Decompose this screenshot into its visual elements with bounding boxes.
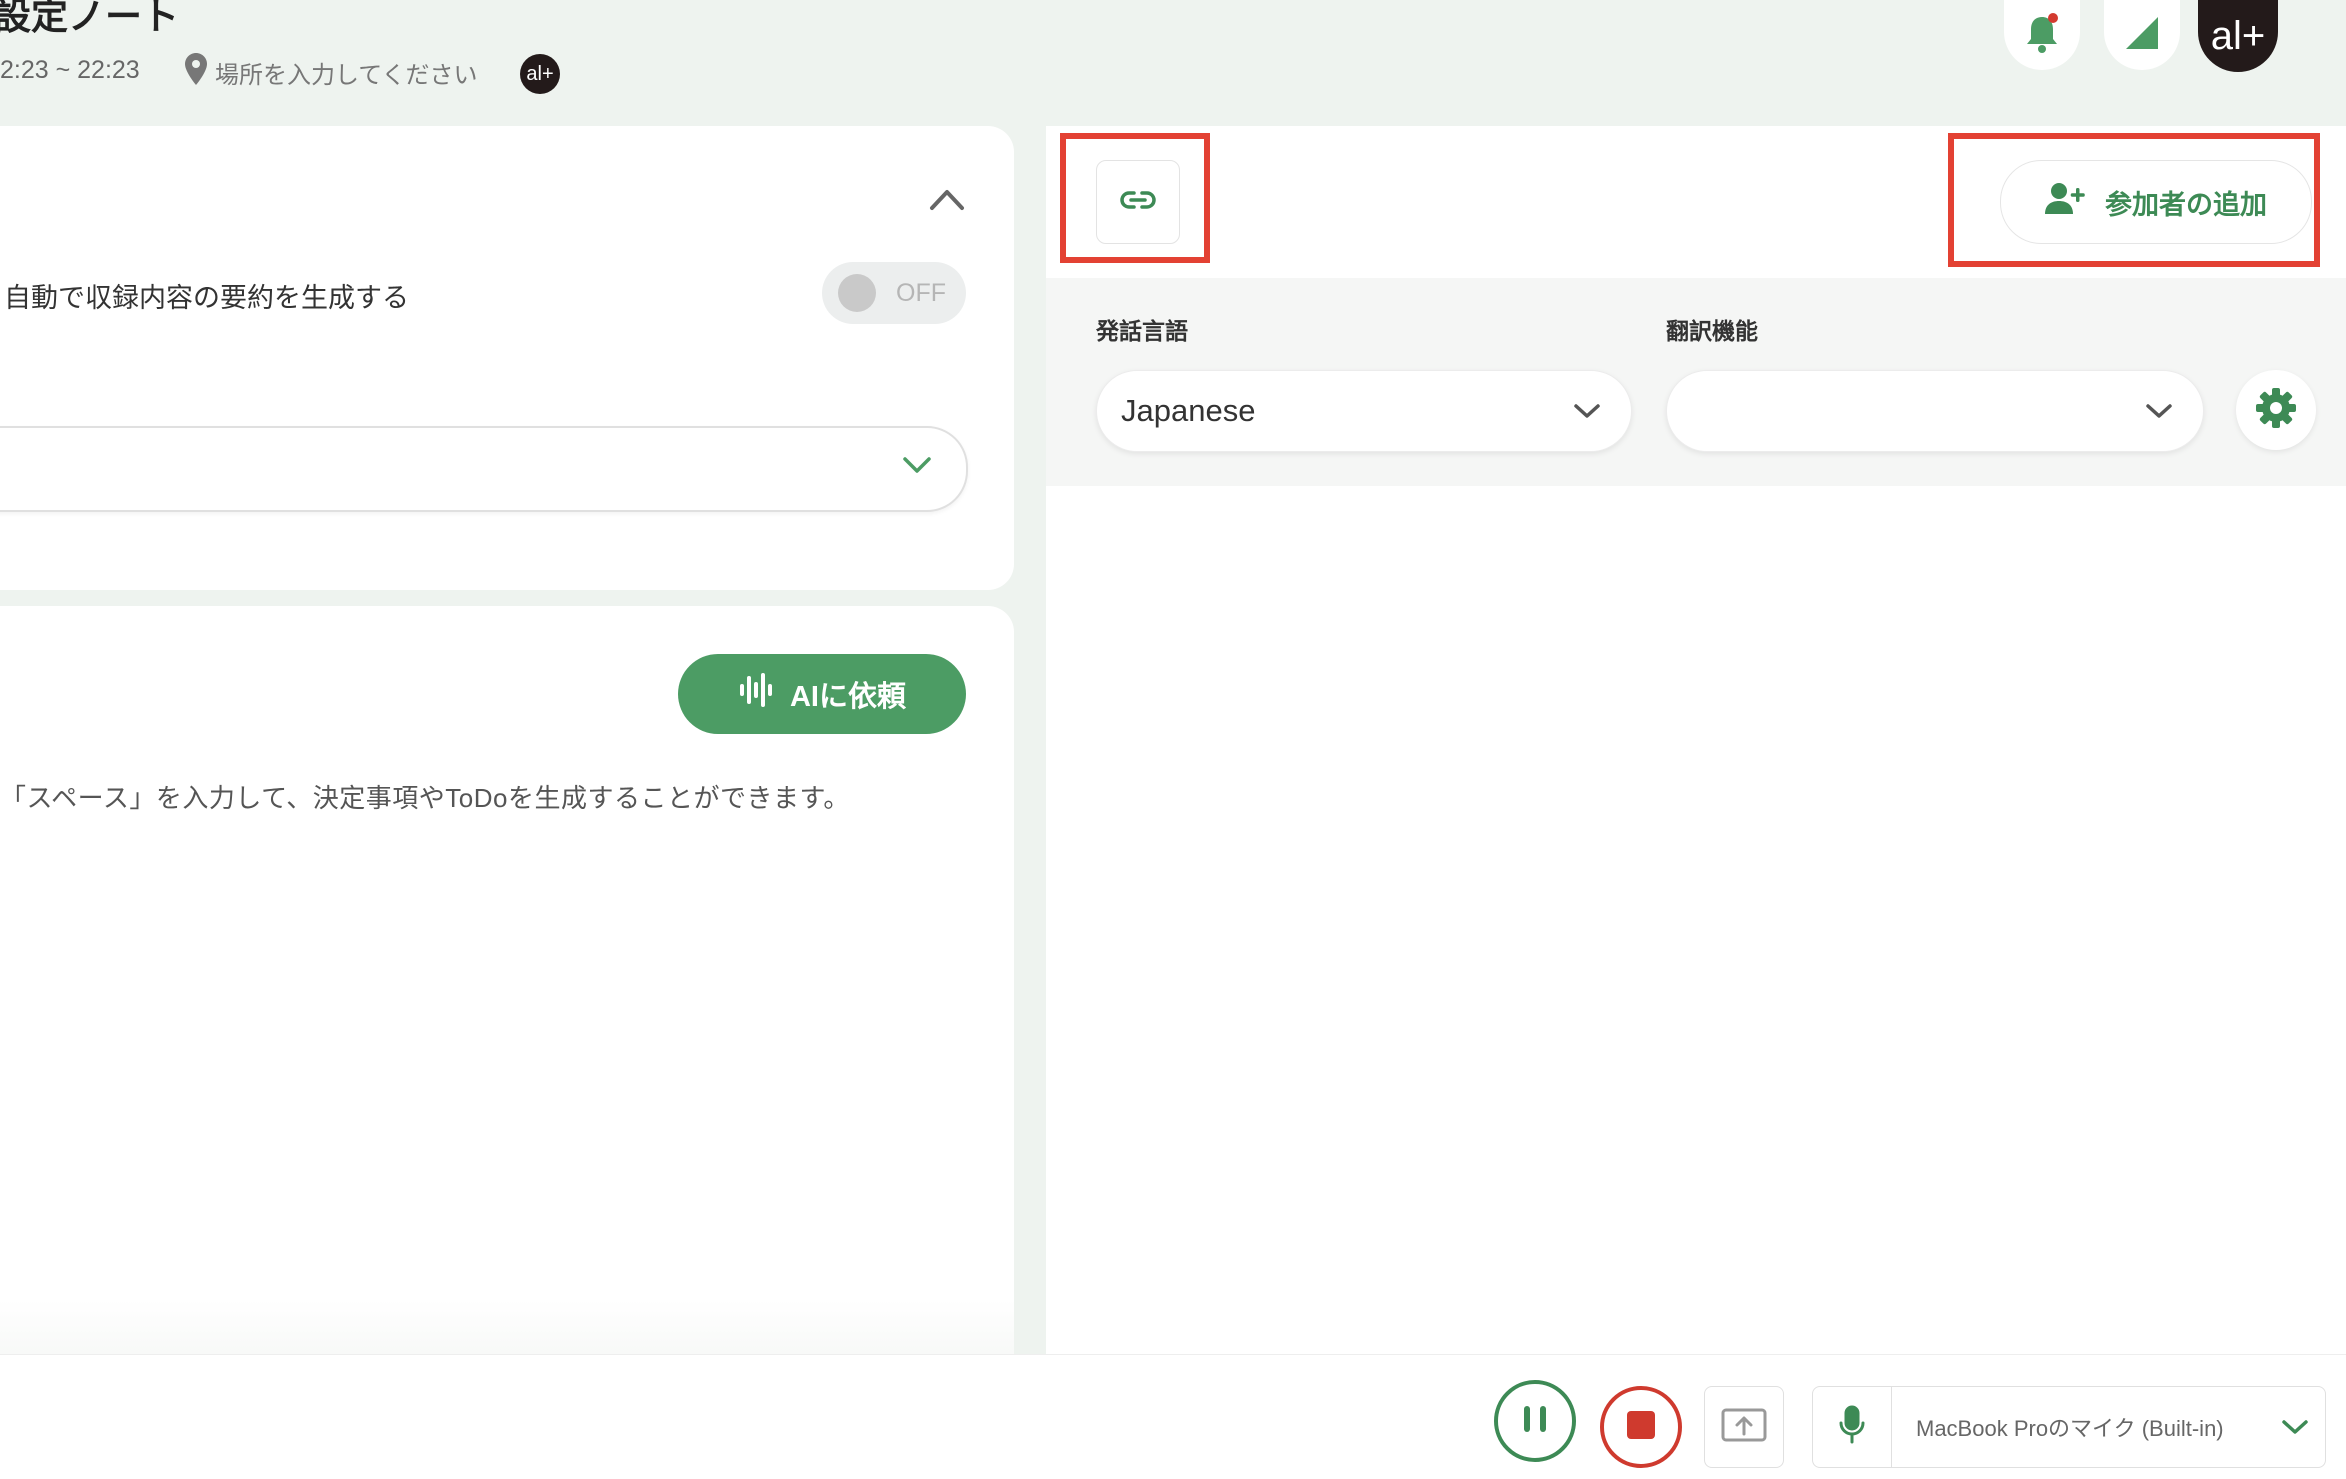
bell-icon: [2022, 11, 2062, 60]
chevron-down-icon: [1573, 393, 1601, 429]
auto-summary-label: 自動で収録内容の要約を生成する: [4, 283, 409, 313]
summary-settings-card: [0, 126, 1014, 590]
stop-icon: [1626, 1410, 1656, 1445]
ai-request-button[interactable]: AIに依頼: [678, 654, 966, 734]
gear-icon: [2255, 387, 2297, 434]
microphone-select[interactable]: MacBook Proのマイク (Built-in): [1812, 1386, 2326, 1468]
pause-button[interactable]: [1494, 1380, 1576, 1462]
speech-language-label: 発話言語: [1096, 318, 1188, 344]
chevron-down-icon: [902, 457, 932, 480]
location-placeholder: 場所を入力してください: [215, 61, 478, 89]
notification-button[interactable]: [2004, 0, 2080, 70]
page-title: 設定ノート: [0, 0, 179, 37]
user-avatar[interactable]: al+: [2198, 0, 2278, 72]
signal-icon: [2122, 15, 2162, 56]
highlight-box-add-participant: [1948, 133, 2320, 267]
mic-icon: [1838, 1405, 1866, 1450]
mic-toggle[interactable]: [1813, 1387, 1892, 1467]
screen-share-button[interactable]: [1704, 1386, 1784, 1468]
summary-template-select[interactable]: [0, 426, 968, 512]
translation-label: 翻訳機能: [1666, 318, 1758, 344]
translation-select[interactable]: [1666, 370, 2204, 452]
chevron-up-icon: [928, 190, 966, 216]
speech-language-select[interactable]: Japanese: [1096, 370, 1632, 452]
pause-icon: [1522, 1404, 1548, 1439]
owner-avatar: al+: [520, 54, 560, 94]
location-pin-icon: [185, 52, 207, 92]
toggle-knob: [838, 274, 876, 312]
toggle-state: OFF: [896, 278, 946, 307]
language-settings-button[interactable]: [2236, 370, 2316, 450]
stop-button[interactable]: [1600, 1386, 1682, 1468]
highlight-box-link: [1060, 133, 1210, 263]
time-range: 2:23 ~ 22:23: [0, 56, 140, 84]
auto-summary-toggle[interactable]: OFF: [822, 262, 966, 324]
ai-request-label: AIに依頼: [789, 681, 906, 713]
location-field[interactable]: 場所を入力してください: [185, 52, 478, 92]
speech-language-value: Japanese: [1121, 393, 1256, 428]
summary-template-chevron: [902, 454, 932, 481]
screen-share-icon: [1721, 1408, 1767, 1447]
ai-hint-text: 「スペース」を入力して、決定事項やToDoを生成することができます。: [0, 783, 850, 813]
signal-button[interactable]: [2104, 0, 2180, 70]
waveform-icon: [738, 672, 778, 716]
mic-device-label: MacBook Proのマイク (Built-in): [1916, 1416, 2224, 1441]
collapse-button[interactable]: [928, 186, 966, 217]
chevron-down-icon: [2145, 393, 2173, 429]
chevron-down-icon: [2265, 1417, 2325, 1437]
